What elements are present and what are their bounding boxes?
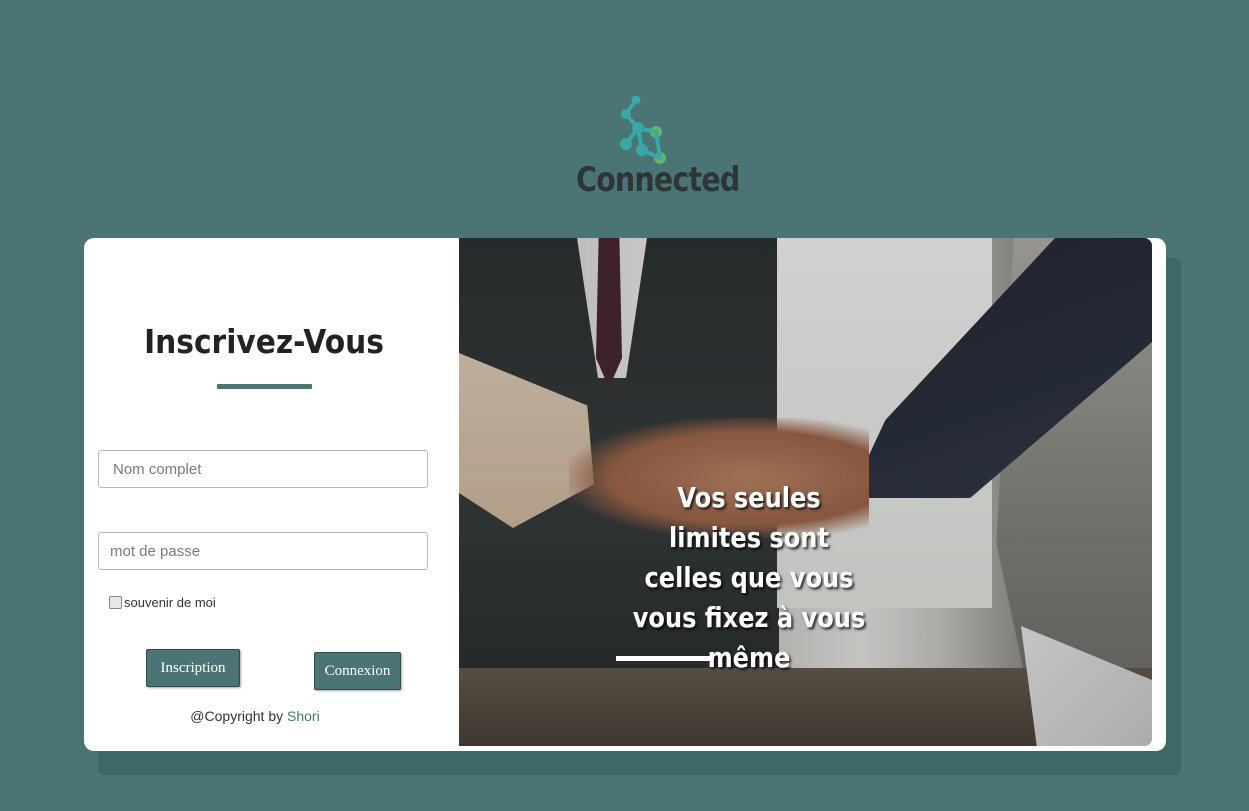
login-button[interactable]: Connexion <box>314 652 401 690</box>
copyright-author[interactable]: Shori <box>287 708 320 724</box>
password-input[interactable] <box>98 532 428 570</box>
signup-button[interactable]: Inscription <box>146 649 240 687</box>
hero-quote: Vos seules limites sont celles que vous … <box>632 481 866 674</box>
remember-me-label: souvenir de moi <box>124 594 216 610</box>
signup-card: Inscrivez-Vous souvenir de moi Inscripti… <box>84 238 1166 751</box>
copyright: @Copyright by Shori <box>84 708 426 724</box>
remember-me[interactable]: souvenir de moi <box>109 594 216 610</box>
form-title: Inscrivez-Vous <box>144 322 384 361</box>
brand-logo: Connected <box>570 94 740 210</box>
hero-image: Vos seules limites sont celles que vous … <box>459 238 1152 746</box>
remember-me-checkbox[interactable] <box>109 595 122 609</box>
title-underline <box>217 384 312 389</box>
brand-name: Connected <box>576 160 740 200</box>
signup-form: Inscrivez-Vous souvenir de moi Inscripti… <box>84 238 459 751</box>
copyright-prefix: @Copyright by <box>190 708 284 724</box>
full-name-input[interactable] <box>98 450 428 488</box>
molecule-icon <box>620 95 666 164</box>
quote-underline <box>616 656 711 661</box>
